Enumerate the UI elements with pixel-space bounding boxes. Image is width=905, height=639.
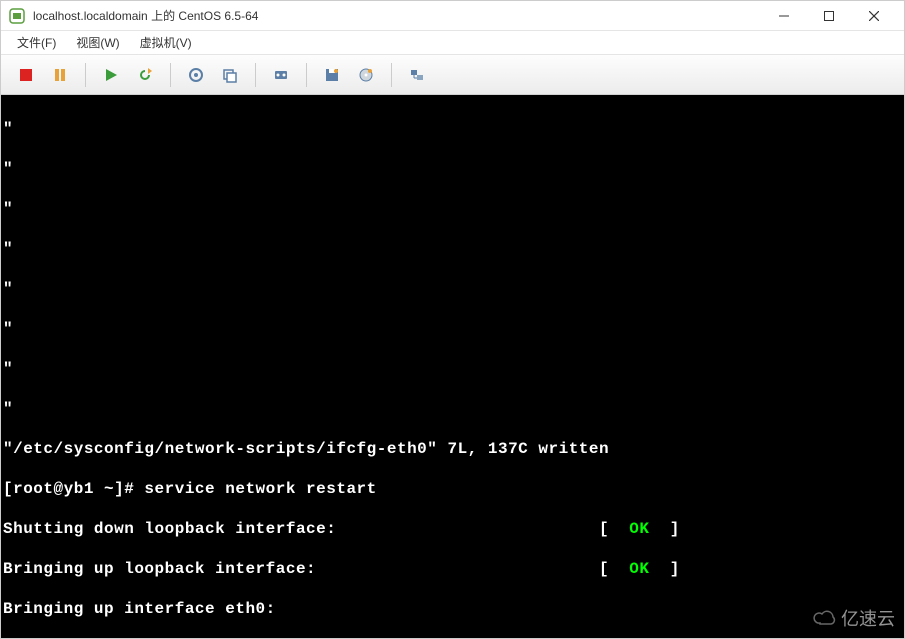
- stop-button[interactable]: [11, 60, 41, 90]
- snapshot-manager-button[interactable]: [215, 60, 245, 90]
- terminal-line: ": [3, 399, 902, 419]
- snapshot-button[interactable]: [181, 60, 211, 90]
- menu-vm[interactable]: 虚拟机(V): [136, 32, 196, 53]
- terminal-line: ": [3, 119, 902, 139]
- status-ok: OK: [629, 560, 649, 578]
- floppy-button[interactable]: [317, 60, 347, 90]
- pause-button[interactable]: [45, 60, 75, 90]
- terminal-line: ": [3, 279, 902, 299]
- window-title: localhost.localdomain 上的 CentOS 6.5-64: [33, 7, 761, 24]
- close-button[interactable]: [851, 2, 896, 30]
- network-button[interactable]: [402, 60, 432, 90]
- terminal-line: ": [3, 159, 902, 179]
- play-button[interactable]: [96, 60, 126, 90]
- maximize-button[interactable]: [806, 2, 851, 30]
- cd-button[interactable]: [351, 60, 381, 90]
- vmware-app-icon: [9, 8, 25, 24]
- watermark-text: 亿速云: [841, 605, 895, 631]
- titlebar: localhost.localdomain 上的 CentOS 6.5-64: [1, 1, 904, 31]
- status-ok: OK: [629, 520, 649, 538]
- terminal-line: ": [3, 239, 902, 259]
- toolbar: [1, 55, 904, 95]
- restart-button[interactable]: [130, 60, 160, 90]
- watermark: 亿速云: [813, 605, 895, 631]
- toolbar-separator: [391, 63, 392, 87]
- terminal-line: Shutting down loopback interface: [ OK ]: [3, 519, 902, 539]
- minimize-button[interactable]: [761, 2, 806, 30]
- menubar: 文件(F) 视图(W) 虚拟机(V): [1, 31, 904, 55]
- toolbar-separator: [85, 63, 86, 87]
- terminal[interactable]: " " " " " " " " "/etc/sysconfig/network-…: [1, 95, 904, 638]
- terminal-line: ": [3, 359, 902, 379]
- terminal-line: Bringing up interface eth0:: [3, 599, 902, 619]
- terminal-line: [root@yb1 ~]# service network restart: [3, 479, 902, 499]
- settings-button[interactable]: [266, 60, 296, 90]
- terminal-line: ": [3, 199, 902, 219]
- terminal-line: Bringing up loopback interface: [ OK ]: [3, 559, 902, 579]
- window-controls: [761, 2, 896, 30]
- toolbar-separator: [255, 63, 256, 87]
- terminal-line: ": [3, 319, 902, 339]
- cloud-icon: [813, 609, 837, 627]
- toolbar-separator: [306, 63, 307, 87]
- app-window: localhost.localdomain 上的 CentOS 6.5-64 文…: [0, 0, 905, 639]
- menu-view[interactable]: 视图(W): [72, 32, 123, 53]
- menu-file[interactable]: 文件(F): [13, 32, 60, 53]
- toolbar-separator: [170, 63, 171, 87]
- terminal-line: "/etc/sysconfig/network-scripts/ifcfg-et…: [3, 439, 902, 459]
